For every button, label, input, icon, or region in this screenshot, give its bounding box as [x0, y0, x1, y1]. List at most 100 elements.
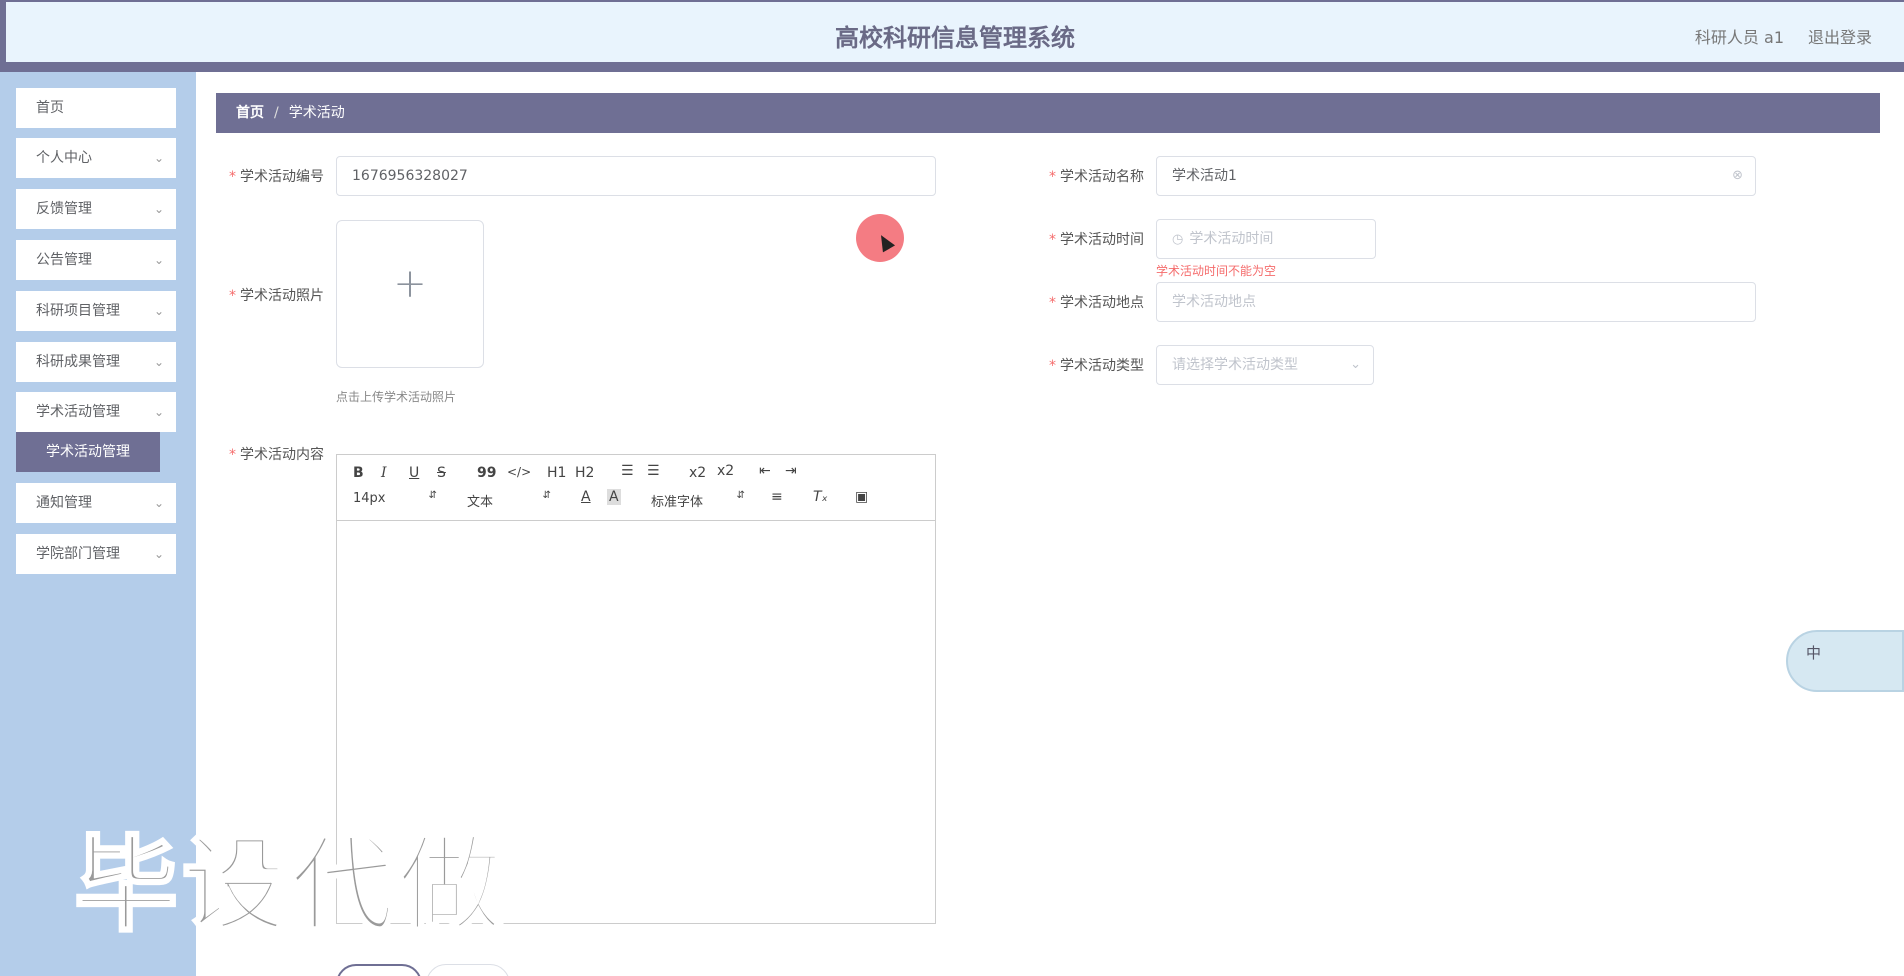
h1-button[interactable]: H1: [547, 465, 566, 481]
sidebar-item-label: 反馈管理: [36, 201, 92, 217]
blockquote-button[interactable]: 99: [477, 465, 496, 481]
font-family-select[interactable]: 标准字体 ⇵: [651, 490, 745, 510]
select-arrows-icon: ⇵: [428, 490, 437, 501]
required-mark: *: [229, 447, 236, 463]
chevron-down-icon: ⌄: [153, 355, 164, 369]
sidebar-item-label: 通知管理: [36, 495, 92, 511]
ime-widget[interactable]: 中: [1786, 630, 1904, 692]
time-label: * 学术活动时间: [1032, 229, 1144, 249]
chevron-down-icon: ⌄: [153, 304, 164, 318]
italic-button[interactable]: I: [381, 465, 387, 481]
font-color-icon[interactable]: A: [581, 489, 591, 505]
indent-icon[interactable]: ⇥: [785, 463, 797, 479]
code-label: * 学术活动编号: [212, 166, 324, 186]
sidebar-item-label: 学院部门管理: [36, 546, 120, 562]
logout-link[interactable]: 退出登录: [1808, 24, 1872, 48]
content-label: * 学术活动内容: [212, 444, 324, 464]
code-input[interactable]: 1676956328027: [336, 156, 936, 196]
type-label-text: 学术活动类型: [1060, 358, 1144, 374]
sidebar-item-academic-activity[interactable]: 学术活动管理 ⌄: [16, 392, 176, 432]
photo-upload-box[interactable]: +: [336, 220, 484, 368]
breadcrumb-home[interactable]: 首页: [236, 105, 264, 121]
sidebar-item-label: 科研成果管理: [36, 354, 120, 370]
sidebar-item-announcement[interactable]: 公告管理 ⌄: [16, 240, 176, 280]
bold-button[interactable]: B: [353, 465, 364, 481]
sidebar-item-research-achievement[interactable]: 科研成果管理 ⌄: [16, 342, 176, 382]
sidebar-item-notice[interactable]: 通知管理 ⌄: [16, 483, 176, 523]
sidebar-item-label: 科研项目管理: [36, 303, 120, 319]
sidebar-item-label: 公告管理: [36, 252, 92, 268]
required-mark: *: [1049, 232, 1056, 248]
bullet-list-icon[interactable]: ☰: [647, 463, 660, 479]
cancel-button[interactable]: [426, 964, 510, 976]
photo-label: * 学术活动照片: [212, 285, 324, 305]
app-title: 高校科研信息管理系统: [835, 24, 1075, 52]
font-size-select[interactable]: 14px ⇵: [353, 490, 437, 506]
sidebar-item-label: 首页: [36, 100, 64, 116]
time-error-message: 学术活动时间不能为空: [1156, 264, 1277, 278]
type-label: * 学术活动类型: [1032, 355, 1144, 375]
editor-toolbar: B I U S 99 </> H1 H2 ☰ ☰ x2 x2 ⇤ ⇥ 14px ⇵…: [337, 455, 935, 521]
chevron-down-icon: ⌄: [153, 547, 164, 561]
required-mark: *: [1049, 295, 1056, 311]
sidebar-item-research-project[interactable]: 科研项目管理 ⌄: [16, 291, 176, 331]
paragraph-value: 文本: [467, 495, 494, 510]
breadcrumb: 首页 / 学术活动: [216, 93, 1880, 133]
submit-button[interactable]: [336, 964, 422, 976]
chevron-down-icon: ⌄: [153, 405, 164, 419]
clock-icon: ◷: [1172, 232, 1184, 247]
name-label-text: 学术活动名称: [1060, 169, 1144, 185]
time-picker-input[interactable]: ◷ 学术活动时间: [1156, 219, 1376, 259]
h2-button[interactable]: H2: [575, 465, 594, 481]
clear-icon[interactable]: ⊗: [1732, 157, 1743, 195]
required-mark: *: [1049, 358, 1056, 374]
paragraph-select[interactable]: 文本 ⇵: [467, 490, 551, 510]
place-input[interactable]: 学术活动地点: [1156, 282, 1756, 322]
name-input-value: 学术活动1: [1172, 168, 1237, 184]
font-size-value: 14px: [353, 491, 386, 506]
select-arrows-icon: ⇵: [736, 490, 745, 501]
content-label-text: 学术活动内容: [240, 447, 324, 463]
outdent-icon[interactable]: ⇤: [759, 463, 771, 479]
sidebar-subitem-academic-activity[interactable]: 学术活动管理: [16, 432, 160, 472]
image-icon[interactable]: ▣: [855, 489, 868, 505]
sidebar-item-label: 学术活动管理: [36, 404, 120, 420]
place-label-text: 学术活动地点: [1060, 295, 1144, 311]
sidebar-item-home[interactable]: 首页: [16, 88, 176, 128]
sidebar-item-department[interactable]: 学院部门管理 ⌄: [16, 534, 176, 574]
superscript-button[interactable]: x2: [717, 463, 734, 479]
type-placeholder: 请选择学术活动类型: [1172, 357, 1298, 373]
chevron-down-icon: ⌄: [1350, 357, 1361, 372]
align-icon[interactable]: ≡: [771, 489, 783, 505]
chevron-down-icon: ⌄: [153, 151, 164, 165]
time-label-text: 学术活动时间: [1060, 232, 1144, 248]
photo-label-text: 学术活动照片: [240, 288, 324, 304]
name-input[interactable]: 学术活动1 ⊗: [1156, 156, 1756, 196]
current-user: 科研人员 a1: [1694, 28, 1784, 47]
code-block-button[interactable]: </>: [507, 465, 531, 479]
sidebar-item-personal-center[interactable]: 个人中心 ⌄: [16, 138, 176, 178]
clear-format-icon[interactable]: Tₓ: [813, 489, 828, 505]
header: 高校科研信息管理系统 科研人员 a1 退出登录: [6, 2, 1904, 62]
place-label: * 学术活动地点: [1032, 292, 1144, 312]
strikethrough-button[interactable]: S: [437, 465, 446, 481]
time-placeholder: 学术活动时间: [1189, 231, 1274, 247]
breadcrumb-current: 学术活动: [288, 105, 345, 121]
chevron-down-icon: ⌄: [153, 202, 164, 216]
chevron-down-icon: ⌄: [153, 496, 164, 510]
background-color-icon[interactable]: A: [607, 489, 621, 505]
chevron-down-icon: ⌄: [153, 253, 164, 267]
font-family-value: 标准字体: [651, 495, 704, 510]
ordered-list-icon[interactable]: ☰: [621, 463, 634, 479]
required-mark: *: [229, 288, 236, 304]
subscript-button[interactable]: x2: [689, 465, 706, 481]
underline-button[interactable]: U: [409, 465, 419, 481]
type-select[interactable]: 请选择学术活动类型 ⌄: [1156, 345, 1374, 385]
ime-language-label: 中: [1806, 644, 1822, 662]
sidebar-item-feedback[interactable]: 反馈管理 ⌄: [16, 189, 176, 229]
photo-upload-tip: 点击上传学术活动照片: [336, 390, 457, 404]
plus-icon: +: [393, 261, 427, 307]
code-label-text: 学术活动编号: [240, 169, 324, 185]
required-mark: *: [1049, 169, 1056, 185]
top-bar: 高校科研信息管理系统 科研人员 a1 退出登录: [0, 0, 1904, 72]
